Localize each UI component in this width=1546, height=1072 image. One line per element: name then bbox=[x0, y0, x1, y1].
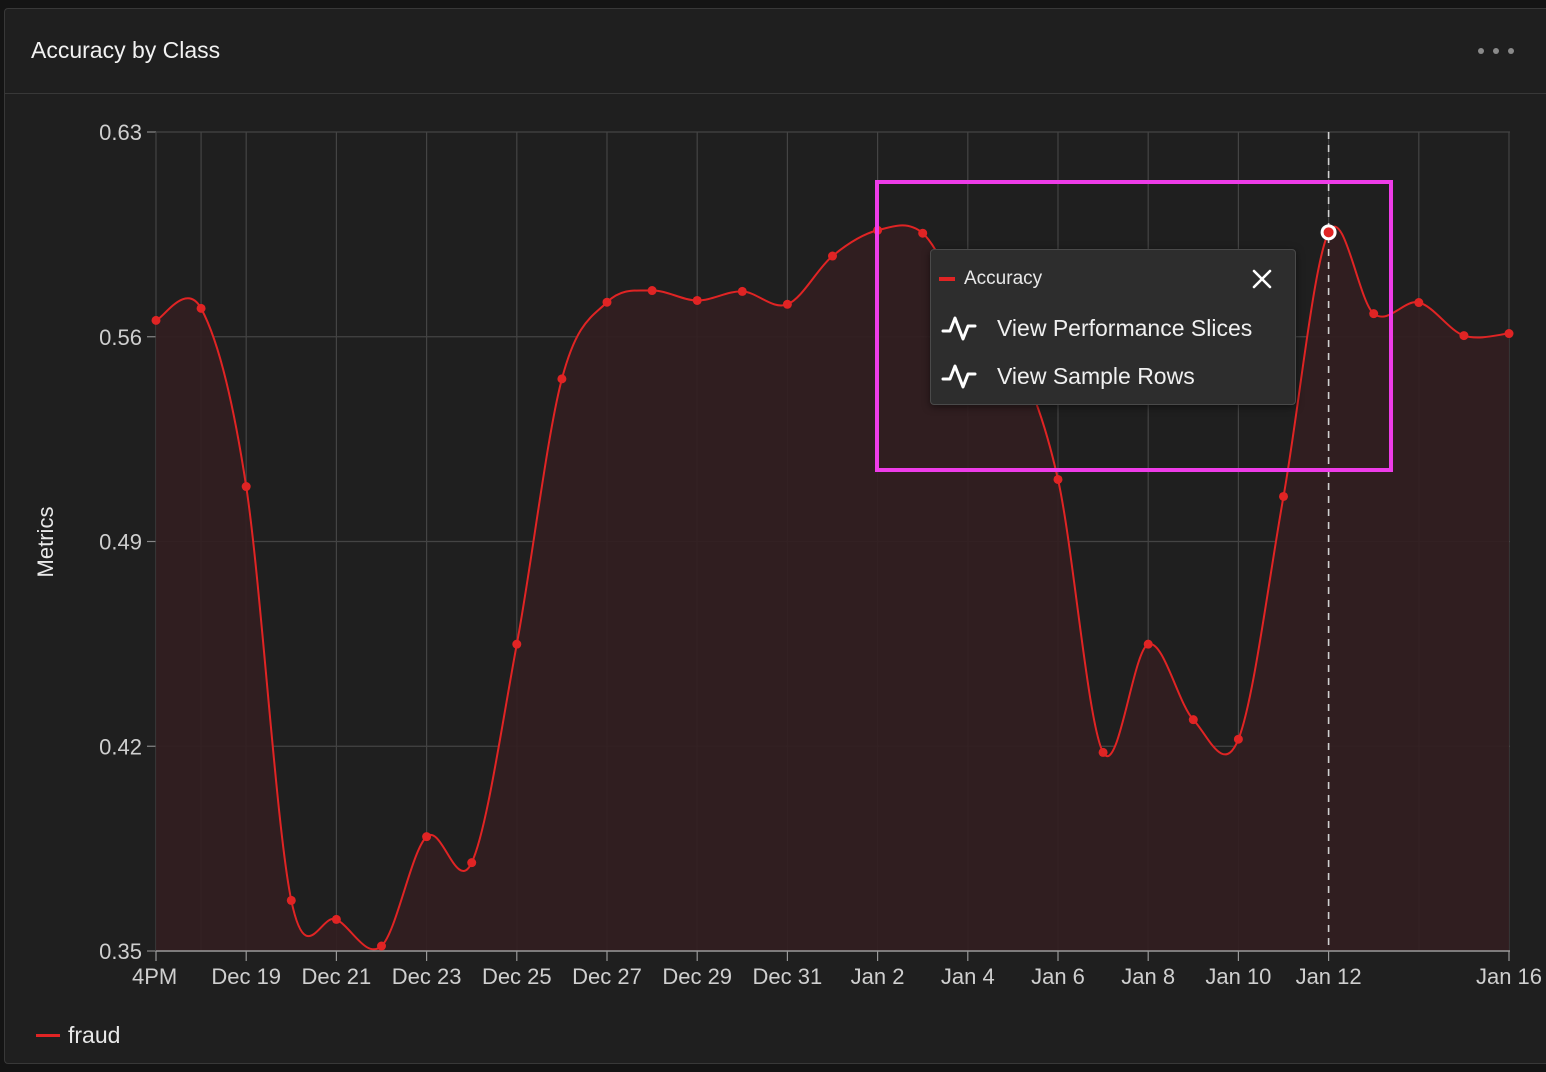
data-point bbox=[737, 286, 747, 296]
tooltip-header: Accuracy bbox=[939, 268, 1042, 290]
data-point bbox=[1279, 491, 1288, 501]
data-point bbox=[1459, 331, 1469, 341]
x-tick-label: Dec 23 bbox=[392, 964, 462, 989]
legend-item-fraud[interactable]: fraud bbox=[36, 1022, 120, 1049]
x-tick-label: Dec 29 bbox=[662, 964, 732, 989]
view-sample-rows-label: View Sample Rows bbox=[997, 362, 1195, 389]
close-icon[interactable] bbox=[1249, 266, 1275, 292]
data-point bbox=[647, 286, 657, 296]
x-tick-label: Jan 6 bbox=[1031, 964, 1085, 989]
data-point bbox=[1098, 747, 1108, 757]
data-point bbox=[1188, 715, 1198, 725]
tooltip-series-swatch bbox=[939, 277, 955, 281]
data-point bbox=[1414, 298, 1424, 308]
tooltip-series-label: Accuracy bbox=[964, 268, 1043, 289]
data-point bbox=[331, 914, 341, 924]
data-point bbox=[692, 295, 702, 305]
x-tick-label: 4PM bbox=[132, 964, 177, 989]
data-point bbox=[286, 895, 296, 905]
data-point bbox=[151, 315, 161, 325]
y-tick-label: 0.49 bbox=[99, 530, 142, 555]
legend-swatch bbox=[36, 1034, 60, 1037]
y-tick-label: 0.42 bbox=[99, 734, 142, 759]
x-tick-label: Dec 21 bbox=[302, 964, 372, 989]
data-point bbox=[377, 941, 386, 951]
data-point bbox=[196, 303, 206, 313]
activity-icon bbox=[941, 316, 977, 341]
data-point bbox=[1369, 309, 1379, 319]
data-point bbox=[828, 251, 837, 261]
y-axis-label: Metrics bbox=[33, 506, 58, 578]
data-point bbox=[1233, 734, 1243, 744]
x-tick-label: Jan 16 bbox=[1476, 964, 1542, 989]
x-tick-label: Dec 27 bbox=[572, 964, 642, 989]
data-point bbox=[1504, 329, 1514, 339]
view-sample-rows-button[interactable]: View Sample Rows bbox=[941, 358, 1195, 394]
hovered-data-point bbox=[1320, 224, 1337, 241]
y-tick-label: 0.35 bbox=[99, 939, 142, 964]
data-point bbox=[602, 297, 612, 307]
data-point bbox=[422, 832, 432, 842]
data-point bbox=[1053, 474, 1063, 484]
x-tick-label: Jan 2 bbox=[851, 964, 905, 989]
y-tick-label: 0.63 bbox=[99, 120, 142, 145]
x-tick-label: Jan 4 bbox=[941, 964, 995, 989]
data-point bbox=[241, 482, 251, 492]
point-tooltip: Accuracy View Performance Slices View Sa… bbox=[930, 249, 1296, 405]
data-point bbox=[782, 299, 792, 309]
data-point bbox=[873, 225, 883, 235]
activity-icon bbox=[941, 364, 977, 389]
x-tick-label: Dec 31 bbox=[753, 964, 823, 989]
view-performance-slices-button[interactable]: View Performance Slices bbox=[941, 310, 1252, 346]
x-tick-label: Dec 19 bbox=[211, 964, 281, 989]
data-point bbox=[467, 858, 477, 868]
x-tick-label: Jan 10 bbox=[1205, 964, 1271, 989]
data-point bbox=[918, 228, 928, 238]
data-point bbox=[557, 374, 567, 384]
view-performance-slices-label: View Performance Slices bbox=[997, 314, 1253, 341]
line-chart[interactable]: 0.63 0.56 0.49 0.42 0.354PM Dec 19 Dec 21 Dec 2… bbox=[0, 0, 1546, 1072]
data-point bbox=[1143, 639, 1153, 649]
x-tick-label: Dec 25 bbox=[482, 964, 552, 989]
data-point bbox=[512, 639, 522, 649]
series-area-fraud bbox=[156, 225, 1509, 951]
legend-label: fraud bbox=[68, 1022, 121, 1048]
x-tick-label: Jan 12 bbox=[1296, 964, 1362, 989]
y-tick-label: 0.56 bbox=[99, 325, 142, 350]
x-tick-label: Jan 8 bbox=[1121, 964, 1175, 989]
